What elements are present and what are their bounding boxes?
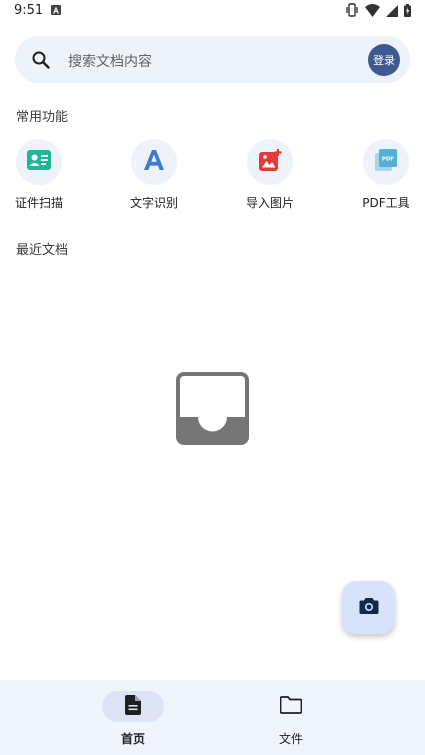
function-label: 证件扫描 bbox=[14, 196, 63, 210]
function-icon-bg: PDF bbox=[363, 139, 409, 185]
import-image-icon bbox=[258, 148, 282, 176]
function-pdf-tools[interactable]: PDF PDF工具 bbox=[346, 139, 425, 213]
folder-icon bbox=[279, 695, 303, 718]
nav-icon-wrap bbox=[241, 691, 341, 722]
status-icons bbox=[345, 2, 411, 21]
function-icon-bg bbox=[16, 139, 62, 185]
function-label: 文字识别 bbox=[129, 196, 178, 210]
svg-text:PDF: PDF bbox=[382, 157, 395, 163]
section-title-recent: 最近文档 bbox=[16, 243, 69, 258]
function-label: 导入图片 bbox=[245, 196, 294, 210]
bottom-nav: 首页 文件 bbox=[0, 680, 425, 755]
empty-inbox-icon bbox=[176, 372, 249, 445]
text-recognition-icon bbox=[143, 149, 165, 175]
nav-item-files[interactable]: 文件 bbox=[241, 690, 341, 750]
wifi-icon bbox=[365, 2, 380, 21]
function-text-recognition[interactable]: 文字识别 bbox=[114, 139, 194, 213]
search-input[interactable]: 搜索文档内容 bbox=[68, 51, 152, 71]
login-button[interactable]: 登录 bbox=[368, 44, 400, 76]
status-time: 9:51 bbox=[14, 3, 44, 18]
camera-button[interactable] bbox=[342, 581, 395, 634]
function-icon-bg bbox=[247, 139, 293, 185]
signal-icon bbox=[386, 2, 398, 21]
battery-icon bbox=[404, 2, 411, 21]
function-icon-bg bbox=[131, 139, 177, 185]
id-card-icon bbox=[26, 149, 52, 175]
nav-label-files: 文件 bbox=[278, 732, 303, 746]
notification-a-icon bbox=[51, 5, 61, 15]
function-id-scan[interactable]: 证件扫描 bbox=[0, 139, 79, 213]
nav-label-home: 首页 bbox=[120, 732, 145, 746]
nav-active-indicator bbox=[102, 691, 164, 722]
nav-item-home[interactable]: 首页 bbox=[83, 690, 183, 750]
vibrate-icon bbox=[345, 2, 359, 21]
function-import-image[interactable]: 导入图片 bbox=[230, 139, 310, 213]
search-bar[interactable]: 搜索文档内容 登录 bbox=[15, 36, 410, 83]
function-label: PDF工具 bbox=[362, 196, 410, 210]
pdf-tools-icon: PDF bbox=[374, 148, 398, 176]
section-title-common: 常用功能 bbox=[16, 110, 69, 125]
camera-icon bbox=[359, 597, 379, 619]
status-bar: 9:51 bbox=[0, 0, 425, 24]
search-icon[interactable] bbox=[31, 50, 51, 70]
document-icon bbox=[125, 694, 141, 719]
